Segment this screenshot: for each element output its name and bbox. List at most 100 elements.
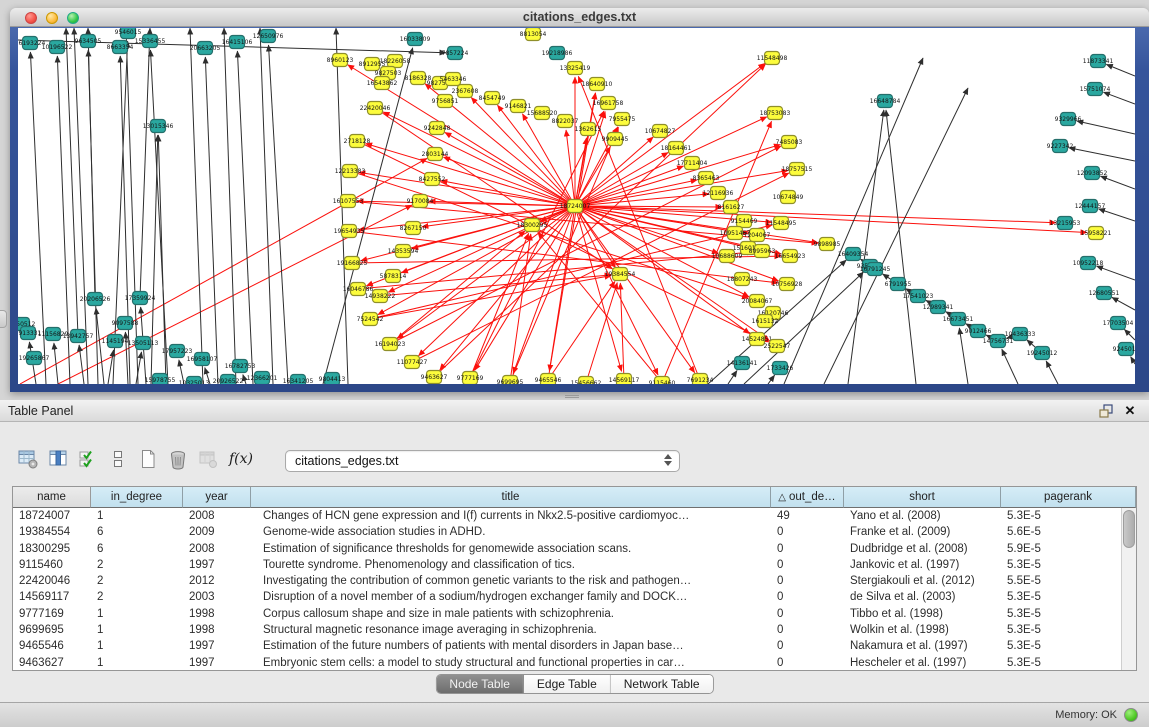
graph-node[interactable]: 2803144: [422, 148, 449, 161]
graph-node[interactable]: 19218986: [542, 47, 573, 60]
graph-node[interactable]: 9777169: [457, 372, 484, 385]
graph-edge[interactable]: [158, 135, 166, 384]
table-cell[interactable]: 5.9E-5: [1001, 541, 1121, 557]
graph-edge[interactable]: [359, 172, 575, 206]
graph-edge[interactable]: [126, 28, 138, 384]
table-row[interactable]: 969969511998Structural magnetic resonanc…: [13, 622, 1121, 638]
graph-edge[interactable]: [1100, 176, 1135, 189]
delete-icon[interactable]: [164, 446, 192, 472]
table-selector-dropdown[interactable]: citations_edges.txt: [285, 450, 680, 472]
table-cell[interactable]: 1997: [183, 655, 251, 670]
float-panel-icon[interactable]: [1097, 403, 1115, 419]
graph-edge[interactable]: [548, 281, 615, 380]
table-cell[interactable]: Disruption of a novel member of a sodium…: [251, 589, 771, 605]
table-cell[interactable]: 9777169: [13, 606, 91, 622]
graph-edge[interactable]: [510, 127, 618, 382]
graph-edge[interactable]: [538, 232, 662, 383]
table-cell[interactable]: Dudbridge et al. (2008): [844, 541, 1001, 557]
graph-edge[interactable]: [237, 51, 253, 384]
graph-node[interactable]: 9756851: [432, 95, 459, 108]
graph-node[interactable]: 15958221: [1081, 227, 1112, 240]
graph-node[interactable]: 16409354: [838, 248, 869, 261]
select-rows-icon[interactable]: [74, 446, 102, 472]
table-row[interactable]: 1830029562008Estimation of significance …: [13, 541, 1121, 557]
graph-edge[interactable]: [1077, 121, 1135, 134]
graph-edge[interactable]: [575, 206, 750, 334]
table-cell[interactable]: 1997: [183, 557, 251, 573]
close-panel-icon[interactable]: ✕: [1121, 403, 1139, 419]
table-cell[interactable]: 19384554: [13, 524, 91, 540]
graph-edge[interactable]: [150, 50, 168, 384]
table-cell[interactable]: 6: [91, 541, 183, 557]
graph-node[interactable]: 10756928: [772, 278, 803, 291]
graph-edge[interactable]: [566, 130, 575, 206]
graph-edge[interactable]: [1106, 64, 1135, 76]
graph-edge[interactable]: [824, 88, 968, 384]
table-cell[interactable]: Estimation of significance thresholds fo…: [251, 541, 771, 557]
network-canvas[interactable]: 1872400718300295193845542718128122133831…: [18, 28, 1135, 384]
graph-edge[interactable]: [586, 283, 617, 383]
graph-node[interactable]: 20663205: [190, 42, 221, 55]
tab-network-table[interactable]: Network Table: [611, 675, 713, 693]
graph-node[interactable]: 22420046: [360, 102, 391, 115]
table-cell[interactable]: 9463627: [13, 655, 91, 670]
graph-edge[interactable]: [390, 146, 781, 344]
table-cell[interactable]: 18724007: [13, 508, 91, 524]
table-cell[interactable]: 0: [771, 606, 844, 622]
table-cell[interactable]: 2: [91, 557, 183, 573]
graph-node[interactable]: 12213383: [335, 165, 366, 178]
window-titlebar[interactable]: citations_edges.txt: [10, 8, 1149, 27]
table-cell[interactable]: 2003: [183, 589, 251, 605]
table-row[interactable]: 1938455462009Genome-wide association stu…: [13, 524, 1121, 540]
graph-node[interactable]: 9242848: [424, 122, 451, 135]
table-cell[interactable]: 18300295: [13, 541, 91, 557]
graph-edge[interactable]: [470, 111, 604, 378]
tab-edge-table[interactable]: Edge Table: [524, 675, 611, 693]
graph-node[interactable]: 10196522: [42, 41, 73, 54]
tab-node-table[interactable]: Node Table: [436, 675, 524, 693]
graph-edge[interactable]: [79, 345, 84, 384]
table-cell[interactable]: 6: [91, 524, 183, 540]
graph-node[interactable]: 7857224: [442, 47, 469, 60]
graph-node[interactable]: 15336455: [135, 35, 166, 48]
graph-node[interactable]: 7691234: [687, 374, 714, 385]
table-cell[interactable]: 9699695: [13, 622, 91, 638]
table-row[interactable]: 946554611997Estimation of the future num…: [13, 638, 1121, 654]
table-row[interactable]: 2242004622012Investigating the contribut…: [13, 573, 1121, 589]
table-cell[interactable]: 5.3E-5: [1001, 638, 1121, 654]
graph-edge[interactable]: [380, 275, 611, 296]
table-cell[interactable]: Corpus callosum shape and size in male p…: [251, 606, 771, 622]
table-cell[interactable]: Stergiakouli et al. (2012): [844, 573, 1001, 589]
table-cell[interactable]: 0: [771, 638, 844, 654]
table-scrollbar[interactable]: [1121, 508, 1136, 670]
graph-node[interactable]: 9227342: [1047, 140, 1074, 153]
graph-edge[interactable]: [1046, 361, 1058, 384]
graph-node[interactable]: 19384554: [605, 268, 636, 281]
graph-node[interactable]: 15978755: [145, 374, 176, 385]
graph-node[interactable]: 8454749: [479, 92, 506, 105]
table-cell[interactable]: Embryonic stem cells: a model to study s…: [251, 655, 771, 670]
table-cell[interactable]: 1: [91, 606, 183, 622]
graph-node[interactable]: 16194023: [375, 338, 406, 351]
graph-node[interactable]: 15456662: [571, 377, 602, 385]
table-cell[interactable]: Genome-wide association studies in ADHD.: [251, 524, 771, 540]
table-cell[interactable]: Structural magnetic resonance image aver…: [251, 622, 771, 638]
table-settings-icon[interactable]: [14, 446, 42, 472]
table-cell[interactable]: 0: [771, 589, 844, 605]
table-cell[interactable]: Estimation of the future numbers of pati…: [251, 638, 771, 654]
graph-node[interactable]: 11077427: [397, 356, 428, 369]
column-header-out-degree[interactable]: △out_de…: [771, 487, 844, 508]
graph-node[interactable]: 6791955: [885, 278, 912, 291]
graph-node[interactable]: 7955475: [609, 113, 636, 126]
graph-node[interactable]: 13215953: [1050, 217, 1081, 230]
graph-node[interactable]: 19245012: [1027, 347, 1058, 360]
graph-node[interactable]: 8427552: [419, 173, 446, 186]
table-cell[interactable]: 0: [771, 655, 844, 670]
table-cell[interactable]: Changes of HCN gene expression and I(f) …: [251, 508, 771, 524]
graph-node[interactable]: 18757515: [782, 163, 813, 176]
graph-node[interactable]: 8960123: [327, 54, 354, 67]
graph-node[interactable]: 9329966: [1055, 113, 1082, 126]
graph-node[interactable]: 9634505: [75, 35, 102, 48]
function-builder-icon[interactable]: f(x): [224, 446, 258, 472]
table-scrollbar-thumb[interactable]: [1123, 510, 1135, 548]
